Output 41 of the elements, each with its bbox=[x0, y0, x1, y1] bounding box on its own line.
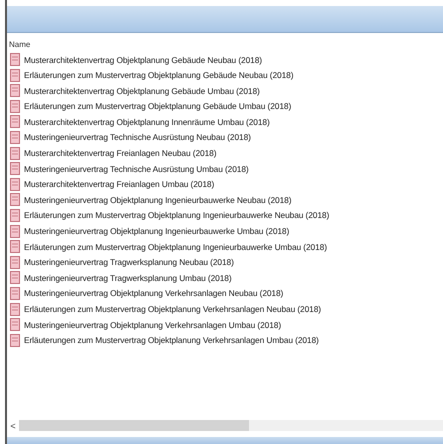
scrollbar-thumb[interactable] bbox=[19, 420, 249, 431]
document-icon bbox=[10, 68, 20, 82]
document-icon bbox=[10, 53, 20, 66]
column-header[interactable]: Name bbox=[7, 33, 30, 53]
file-name[interactable]: Musterarchitektenvertrag Freianlagen Umbau (2018) bbox=[24, 179, 214, 190]
document-icon bbox=[10, 193, 20, 206]
file-name[interactable]: Musterarchitektenvertrag Objektplanung Gebäude Neubau (2018) bbox=[24, 54, 262, 64]
document-icon bbox=[10, 115, 20, 128]
file-name[interactable]: Musteringenieurvertrag Technische Ausrüstung Neubau (2018) bbox=[24, 132, 251, 142]
file-name[interactable]: Erläuterungen zum Mustervertrag Objektplanung Ingenieurbauwerke Umbau (2018) bbox=[24, 242, 327, 252]
document-icon bbox=[10, 318, 20, 332]
file-name[interactable]: Musteringenieurvertrag Objektplanung Verkehrsanlagen Umbau (2018) bbox=[24, 320, 282, 330]
scroll-left-button[interactable]: < bbox=[7, 420, 19, 430]
document-icon bbox=[10, 208, 20, 222]
file-name[interactable]: Musterarchitektenvertrag Freianlagen Neubau (2018) bbox=[24, 148, 216, 158]
document-icon bbox=[10, 286, 20, 300]
file-name[interactable]: Erläuterungen zum Mustervertrag Objektplanung Gebäude Umbau (2018) bbox=[24, 101, 292, 112]
document-icon bbox=[10, 334, 20, 347]
document-icon bbox=[10, 256, 20, 269]
file-name[interactable]: Musteringenieurvertrag Tragwerksplanung Neubau (2018) bbox=[24, 257, 234, 268]
file-name[interactable]: Erläuterungen zum Mustervertrag Objektplanung Verkehrsanlagen Neubau (2018) bbox=[24, 304, 321, 314]
file-name[interactable]: Erläuterungen zum Mustervertrag Objektplanung Gebäude Neubau (2018) bbox=[24, 70, 294, 80]
document-icon bbox=[10, 84, 20, 98]
document-icon bbox=[10, 100, 20, 113]
file-name[interactable]: Musteringenieurvertrag Objektplanung Ingenieurbauwerke Neubau (2018) bbox=[24, 194, 292, 205]
document-icon bbox=[10, 146, 20, 160]
document-icon bbox=[10, 224, 20, 238]
document-icon bbox=[10, 302, 20, 316]
file-name[interactable]: Musteringenieurvertrag Objektplanung Verkehrsanlagen Neubau (2018) bbox=[24, 288, 284, 298]
file-name[interactable]: Erläuterungen zum Mustervertrag Objektplanung Verkehrsanlagen Umbau (2018) bbox=[24, 335, 319, 346]
document-icon bbox=[10, 271, 20, 284]
document-icon bbox=[10, 162, 20, 176]
file-name[interactable]: Musterarchitektenvertrag Objektplanung Innenräume Umbau (2018) bbox=[24, 116, 270, 127]
document-icon bbox=[10, 130, 20, 144]
document-icon bbox=[10, 240, 20, 254]
file-name[interactable]: Erläuterungen zum Mustervertrag Objektplanung Ingenieurbauwerke Neubau (2018) bbox=[24, 210, 330, 220]
file-name[interactable]: Musteringenieurvertrag Objektplanung Ingenieurbauwerke Umbau (2018) bbox=[24, 226, 290, 236]
file-name[interactable]: Musteringenieurvertrag Tragwerksplanung Umbau (2018) bbox=[24, 272, 232, 283]
file-name[interactable]: Musteringenieurvertrag Technische Ausrüstung Umbau (2018) bbox=[24, 164, 249, 174]
document-icon bbox=[10, 178, 20, 191]
file-name[interactable]: Musterarchitektenvertrag Objektplanung Gebäude Umbau (2018) bbox=[24, 86, 260, 96]
